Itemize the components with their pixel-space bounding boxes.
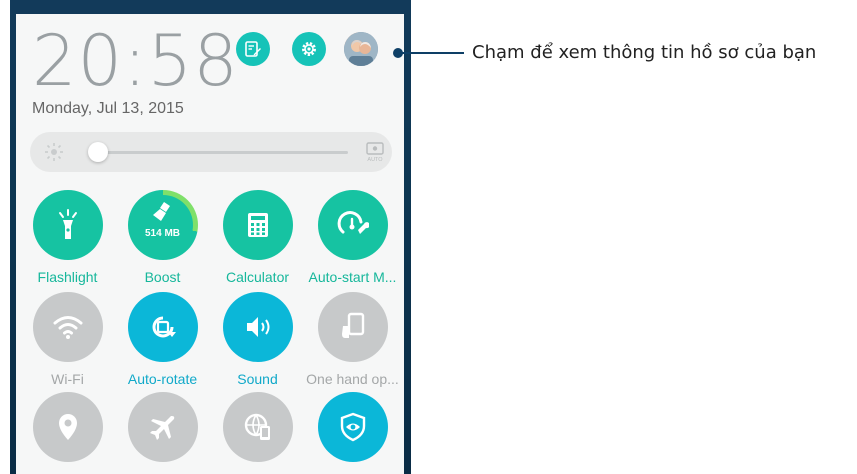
- flashlight-icon: [58, 209, 77, 239]
- boost-toggle[interactable]: 514 MB: [127, 190, 198, 260]
- tile-auto-rotate[interactable]: Auto-rotate: [115, 292, 210, 387]
- tile-label: Wi-Fi: [51, 371, 84, 387]
- notes-edit-icon: [245, 41, 261, 57]
- tile-airplane[interactable]: [115, 392, 210, 462]
- mobile-data-toggle[interactable]: [222, 392, 293, 462]
- callout-text: Chạm để xem thông tin hồ sơ của bạn: [472, 42, 817, 63]
- quick-settings-panel: 20:58 Monday, Jul 13, 2015 AUTO Flashlig…: [16, 14, 404, 474]
- clock-time: 20:58: [32, 20, 239, 102]
- airplane-icon: [149, 416, 174, 440]
- tile-label: Boost: [144, 269, 181, 285]
- gauge-wrench-icon: [337, 211, 369, 234]
- tile-label: Calculator: [225, 269, 290, 285]
- broom-icon: [152, 202, 170, 221]
- sound-toggle[interactable]: [222, 292, 293, 362]
- sound-icon: [246, 317, 269, 337]
- boost-memory-label: 514 MB: [144, 228, 180, 239]
- tile-label: One hand op...: [306, 371, 399, 387]
- calculator-icon: [247, 213, 268, 237]
- brightness-track: [90, 151, 348, 154]
- location-toggle[interactable]: [32, 392, 103, 462]
- notes-edit-button[interactable]: [236, 32, 270, 66]
- auto-start-toggle[interactable]: [317, 190, 388, 260]
- settings-gear-icon: [302, 42, 316, 56]
- one-hand-icon: [341, 312, 364, 338]
- tile-sound[interactable]: Sound: [210, 292, 305, 387]
- wifi-icon: [53, 316, 82, 339]
- wifi-toggle[interactable]: [32, 292, 103, 362]
- globe-phone-icon: [244, 413, 270, 440]
- profile-avatar[interactable]: [344, 32, 378, 66]
- eye-care-toggle[interactable]: [317, 392, 388, 462]
- avatar-photo-icon: [344, 32, 378, 66]
- clock-date: Monday, Jul 13, 2015: [32, 100, 184, 117]
- brightness-thumb[interactable]: [88, 142, 108, 162]
- airplane-toggle[interactable]: [127, 392, 198, 462]
- auto-rotate-icon: [152, 316, 176, 338]
- one-hand-toggle[interactable]: [317, 292, 388, 362]
- tile-label: Flashlight: [37, 269, 98, 285]
- tile-flashlight[interactable]: Flashlight: [20, 190, 115, 285]
- tile-label: Sound: [237, 371, 278, 387]
- brightness-icon: [45, 143, 63, 161]
- tile-label: Auto-start M...: [308, 269, 397, 285]
- eye-shield-icon: [340, 412, 365, 442]
- callout-line: [398, 52, 464, 54]
- tile-eye-care[interactable]: [305, 392, 400, 462]
- auto-brightness-icon[interactable]: AUTO: [364, 141, 386, 163]
- tile-wifi[interactable]: Wi-Fi: [20, 292, 115, 387]
- brightness-slider[interactable]: AUTO: [30, 132, 392, 172]
- flashlight-toggle[interactable]: [32, 190, 103, 260]
- tile-label: Auto-rotate: [127, 371, 198, 387]
- auto-brightness-label: AUTO: [367, 157, 383, 163]
- auto-rotate-toggle[interactable]: [127, 292, 198, 362]
- tile-mobile-data[interactable]: [210, 392, 305, 462]
- tile-location[interactable]: [20, 392, 115, 462]
- location-pin-icon: [58, 414, 77, 440]
- calculator-toggle[interactable]: [222, 190, 293, 260]
- tile-auto-start[interactable]: Auto-start M...: [305, 190, 400, 285]
- tile-calculator[interactable]: Calculator: [210, 190, 305, 285]
- tile-boost[interactable]: 514 MB Boost: [115, 190, 210, 285]
- tile-one-hand[interactable]: One hand op...: [305, 292, 400, 387]
- settings-button[interactable]: [292, 32, 326, 66]
